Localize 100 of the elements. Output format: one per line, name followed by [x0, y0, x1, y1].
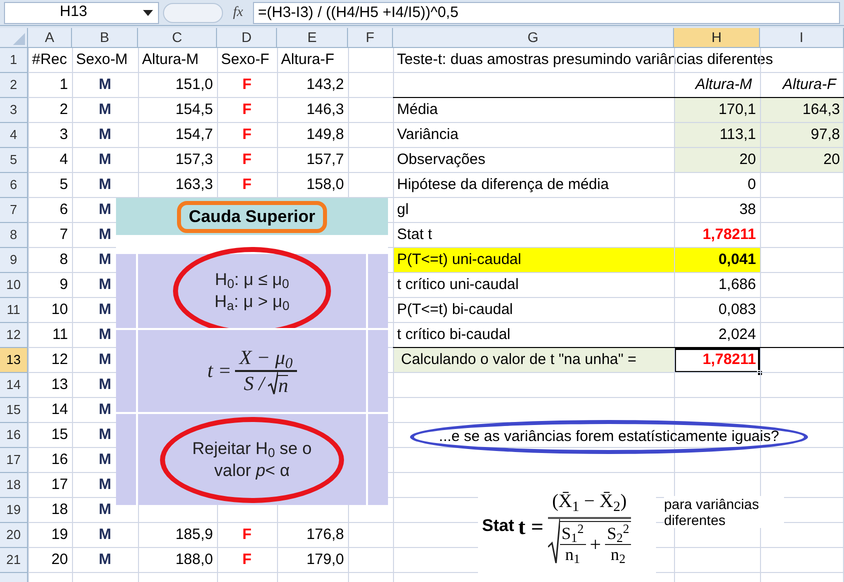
row-header[interactable]: 9 — [0, 248, 28, 273]
row-header[interactable]: 13 — [0, 348, 28, 373]
row-header[interactable]: 20 — [0, 523, 28, 548]
formula-field[interactable]: =(H3-I3) / ((H4/H5 +I4/I5))^0,5 — [253, 2, 840, 24]
column-header[interactable]: F — [348, 28, 393, 48]
table-cell[interactable]: F — [242, 174, 252, 197]
table-cell[interactable]: 11 — [52, 324, 68, 347]
column-header[interactable]: G — [393, 28, 674, 48]
table-cell[interactable]: 179,0 — [306, 549, 344, 572]
table-cell[interactable]: F — [242, 124, 252, 147]
table-cell[interactable]: 14 — [51, 399, 68, 422]
table-cell[interactable]: gl — [397, 199, 409, 222]
table-cell[interactable]: 143,2 — [306, 74, 344, 97]
table-cell[interactable]: P(T<=t) uni-caudal — [393, 248, 674, 273]
table-cell[interactable]: M — [98, 199, 112, 222]
table-cell[interactable]: Sexo-F — [221, 49, 270, 72]
table-cell[interactable]: Altura-F — [281, 49, 334, 72]
table-cell[interactable]: M — [98, 299, 112, 322]
table-cell[interactable]: 1,78211 — [702, 224, 756, 247]
table-cell[interactable]: F — [242, 99, 252, 122]
row-header[interactable]: 12 — [0, 323, 28, 348]
table-cell[interactable]: Variância — [397, 124, 458, 147]
column-header[interactable]: A — [28, 28, 72, 48]
table-cell[interactable]: 8 — [60, 249, 68, 272]
table-cell[interactable]: 154,5 — [175, 99, 213, 122]
table-cell[interactable]: M — [98, 449, 112, 472]
table-cell[interactable]: F — [242, 549, 252, 572]
table-cell[interactable]: F — [242, 149, 252, 172]
row-header[interactable]: 18 — [0, 473, 28, 498]
table-cell[interactable]: M — [98, 74, 112, 97]
table-cell[interactable]: 163,3 — [175, 174, 213, 197]
table-cell[interactable]: M — [98, 349, 112, 372]
column-header[interactable]: C — [138, 28, 217, 48]
table-cell[interactable]: 16 — [51, 449, 68, 472]
table-cell[interactable]: 151,0 — [175, 74, 213, 97]
row-header[interactable]: 21 — [0, 548, 28, 573]
table-cell[interactable]: 6 — [60, 199, 68, 222]
table-cell[interactable]: M — [98, 424, 112, 447]
table-cell[interactable]: M — [98, 224, 112, 247]
table-cell[interactable]: Média — [397, 99, 438, 122]
table-cell[interactable]: M — [98, 124, 112, 147]
table-cell[interactable]: Teste-t: duas amostras presumindo variâncias diferentes — [397, 49, 774, 72]
table-cell[interactable]: Altura-M — [695, 74, 752, 97]
table-cell[interactable]: 0,041 — [674, 248, 760, 273]
row-header[interactable]: 10 — [0, 273, 28, 298]
row-header[interactable]: 4 — [0, 123, 28, 148]
row-header[interactable]: 3 — [0, 98, 28, 123]
table-cell[interactable]: M — [98, 374, 112, 397]
table-cell[interactable]: 7 — [60, 224, 68, 247]
table-cell[interactable]: Sexo-M — [76, 49, 128, 72]
table-cell[interactable]: t crítico bi-caudal — [397, 324, 510, 347]
grip-handle[interactable] — [163, 2, 223, 22]
table-cell[interactable]: Observações — [397, 149, 486, 172]
table-cell[interactable]: 0,083 — [718, 299, 756, 322]
table-cell[interactable]: Stat t — [397, 224, 432, 247]
table-cell[interactable]: 18 — [51, 499, 68, 522]
table-cell[interactable]: 170,1 — [674, 98, 760, 123]
row-header[interactable]: 7 — [0, 198, 28, 223]
table-cell[interactable]: 9 — [60, 274, 68, 297]
table-cell[interactable]: 164,3 — [760, 98, 844, 123]
row-header[interactable]: 8 — [0, 223, 28, 248]
column-header[interactable]: D — [217, 28, 277, 48]
table-cell[interactable]: 38 — [739, 199, 756, 222]
table-cell[interactable]: Calculando o valor de t "na unha" = — [393, 348, 674, 373]
table-cell[interactable]: M — [98, 499, 112, 522]
table-cell[interactable]: 5 — [60, 174, 68, 197]
row-header[interactable]: 11 — [0, 298, 28, 323]
row-header[interactable]: 17 — [0, 448, 28, 473]
table-cell[interactable]: 20 — [674, 148, 760, 173]
table-cell[interactable]: M — [98, 549, 112, 572]
table-cell[interactable]: 2 — [60, 99, 68, 122]
table-cell[interactable]: Altura-M — [142, 49, 199, 72]
table-cell[interactable]: 20 — [760, 148, 844, 173]
table-cell[interactable]: Altura-F — [782, 74, 836, 97]
table-cell[interactable]: 17 — [51, 474, 68, 497]
row-header[interactable]: 16 — [0, 423, 28, 448]
table-cell[interactable]: 154,7 — [175, 124, 213, 147]
table-cell[interactable]: 10 — [51, 299, 68, 322]
row-header[interactable]: 19 — [0, 498, 28, 523]
table-cell[interactable]: Hipótese da diferença de média — [397, 174, 609, 197]
table-cell[interactable]: #Rec — [32, 49, 68, 72]
table-cell[interactable]: 157,3 — [175, 149, 213, 172]
table-cell[interactable]: M — [98, 399, 112, 422]
table-cell[interactable]: 157,7 — [306, 149, 344, 172]
table-cell[interactable]: P(T<=t) bi-caudal — [397, 299, 513, 322]
table-cell[interactable]: 176,8 — [306, 524, 344, 547]
table-cell[interactable]: t crítico uni-caudal — [397, 274, 519, 297]
row-header[interactable]: 14 — [0, 373, 28, 398]
table-cell[interactable]: M — [98, 274, 112, 297]
row-header[interactable]: 6 — [0, 173, 28, 198]
table-cell[interactable]: 0 — [748, 174, 756, 197]
select-all-corner[interactable] — [0, 28, 28, 48]
column-header[interactable]: E — [277, 28, 348, 48]
table-cell[interactable]: M — [98, 149, 112, 172]
row-header[interactable]: 5 — [0, 148, 28, 173]
table-cell[interactable]: F — [242, 524, 252, 547]
table-cell[interactable]: 13 — [51, 374, 68, 397]
table-cell[interactable]: 149,8 — [306, 124, 344, 147]
table-cell[interactable]: 20 — [51, 549, 68, 572]
row-header[interactable]: 1 — [0, 48, 28, 73]
